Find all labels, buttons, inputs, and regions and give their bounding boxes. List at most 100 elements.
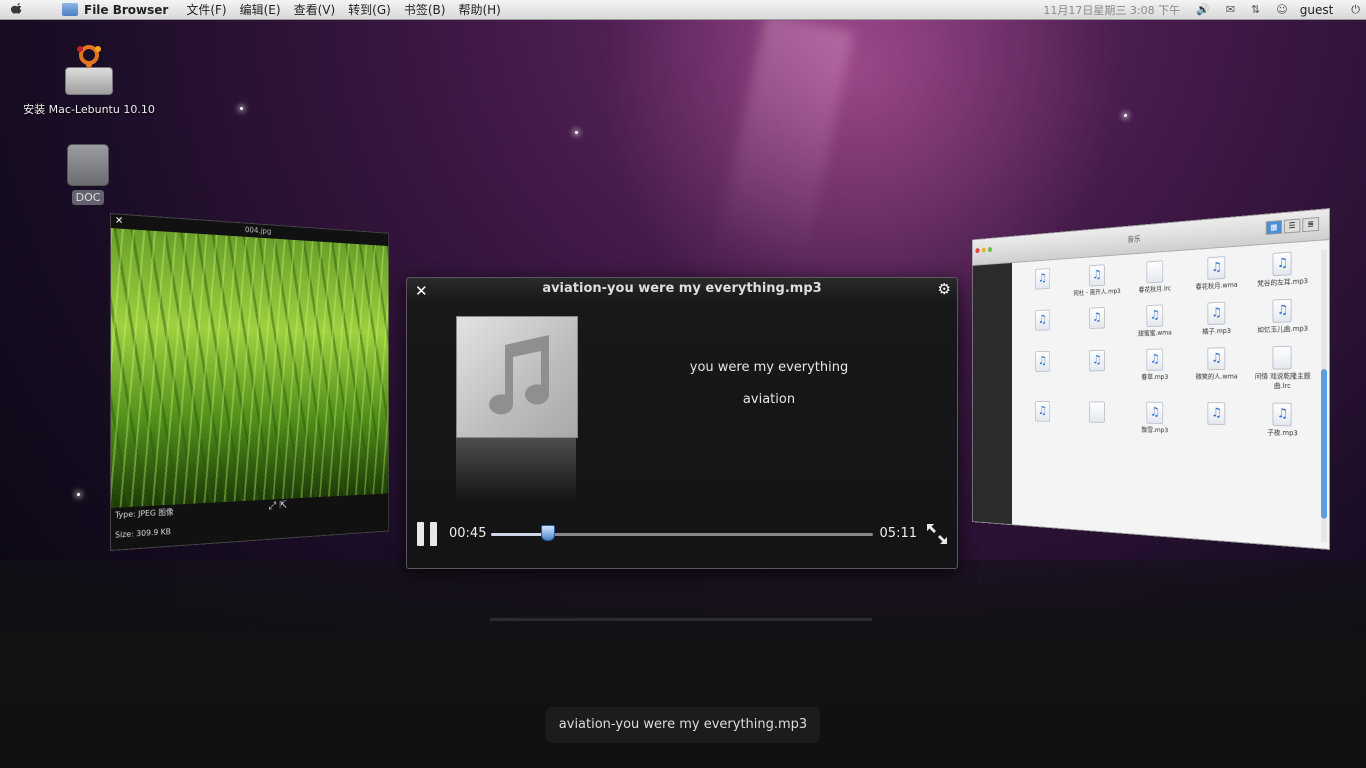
file-item[interactable]: ♫ [1069,401,1125,434]
scrollbar-thumb[interactable] [1321,369,1327,519]
audio-file-icon: ♫ [1146,348,1164,371]
hard-disk-icon [65,67,113,95]
compact-view-button[interactable]: ≣ [1302,216,1320,233]
app-name[interactable]: File Browser [84,3,168,17]
file-browser-window: 音乐 ▦ ☰ ≣ ♫♫阿杜 - 离开人.mp3♫春花秋月.lrc♫春花秋月.wm… [898,208,1334,570]
seek-bar[interactable] [491,525,873,541]
window-tooltip: aviation-you were my everything.mp3 [546,707,820,743]
menu-edit[interactable]: 编辑(E) [240,1,281,18]
power-icon[interactable]: ⏻ [1351,3,1360,17]
text-file-icon: ♫ [1088,401,1105,423]
menu-view[interactable]: 查看(V) [294,1,336,18]
playback-controls: 00:45 05:11 [407,518,957,550]
menu-file[interactable]: 文件(F) [186,1,226,18]
file-item[interactable]: ♫ [1069,349,1125,390]
file-name: 阿杜 - 离开人.mp3 [1073,287,1121,298]
wallpaper-aurora-streak [716,13,854,267]
current-time: 00:45 [449,526,487,541]
open-external-icon[interactable]: ⇱ [279,499,287,511]
drive-icon [67,144,109,186]
audio-file-icon: ♫ [1207,347,1226,371]
clock[interactable]: 11月17日星期三 3:08 下午 [1043,2,1180,18]
audio-file-icon: ♫ [1272,298,1292,323]
scrollbar[interactable] [1321,249,1327,543]
wallpaper-star [575,131,578,134]
pause-button[interactable] [417,522,439,546]
menu-bookmarks[interactable]: 书签(B) [404,1,446,18]
file-item[interactable]: ♫ [1016,400,1069,433]
album-art-reflection [456,438,576,500]
file-item[interactable]: ♫ [1016,350,1069,391]
expand-icon[interactable]: ⤢ [269,499,277,512]
audio-file-icon: ♫ [1088,349,1105,372]
file-item[interactable]: ♫ 微笑的人.wma [1185,347,1249,391]
file-name: 如忆玉儿曲.mp3 [1257,324,1309,335]
close-icon[interactable]: ✕ [115,214,123,229]
file-item[interactable]: ♫ 橘子.mp3 [1185,301,1249,337]
audio-file-icon: ♫ [1034,400,1050,422]
file-item[interactable]: ♫ 春草.mp3 [1125,348,1185,391]
gear-icon[interactable]: ⚙ [938,280,951,298]
file-item[interactable]: ♫ 子夜.mp3 [1249,402,1317,438]
menu-go[interactable]: 转到(G) [348,1,391,18]
network-icon[interactable]: ⇅ [1251,3,1260,16]
fullscreen-icon[interactable] [925,522,949,546]
file-name [1016,331,1069,333]
volume-icon[interactable]: 🔊 [1196,3,1210,16]
desktop-icon-doc[interactable]: DOC [60,144,116,205]
seek-knob[interactable] [541,525,556,541]
audio-file-icon: ♫ [1272,251,1292,277]
image-info: Type: JPEG 图像 Size: 309.9 KB [115,503,173,546]
file-name [1185,426,1249,427]
file-item[interactable]: ♫春花秋月.lrc [1125,259,1185,295]
file-item[interactable]: ♫ 如忆玉儿曲.mp3 [1249,298,1317,336]
file-name [1069,424,1125,425]
file-name: 梵谷的左耳.mp3 [1257,277,1309,288]
file-name: 飘雪.mp3 [1141,426,1169,435]
file-item[interactable]: ♫ [1069,306,1125,340]
file-item[interactable]: ♫ 飘雪.mp3 [1125,401,1185,436]
audio-file-icon: ♫ [1034,309,1050,331]
user-name[interactable]: guest [1300,3,1334,17]
album-art [456,316,578,438]
text-file-icon: ♫ [1272,345,1292,370]
music-note-icon [489,335,549,415]
user-icon[interactable]: ☺ [1276,3,1287,16]
file-item[interactable]: ♫ 问情 戏说乾隆主题曲.lrc [1249,345,1317,391]
file-name [1069,330,1125,332]
file-name: 春花秋月.lrc [1138,284,1172,294]
menu-help[interactable]: 帮助(H) [458,1,500,18]
mail-icon[interactable]: ✉ [1226,3,1235,16]
audio-file-icon: ♫ [1088,307,1105,329]
file-name: 橘子.mp3 [1202,327,1231,336]
player-title: aviation-you were my everything.mp3 [542,281,822,296]
wallpaper-star [77,493,80,496]
audio-file-icon: ♫ [1207,256,1226,280]
file-item[interactable]: ♫ 甜蜜蜜.wma [1125,303,1185,338]
file-item[interactable]: ♫ 梵谷的左耳.mp3 [1249,250,1317,289]
file-name: 问情 戏说乾隆主题曲.lrc [1254,372,1311,390]
file-name: 春草.mp3 [1141,373,1169,381]
desktop-icon-install[interactable]: 安装 Mac-Lebuntu 10.10 [20,44,158,117]
icon-view-button[interactable]: ▦ [1265,220,1282,235]
file-item[interactable]: ♫ [1016,309,1069,342]
audio-file-icon: ♫ [1272,402,1292,427]
file-item[interactable]: ♫ [1185,402,1249,437]
file-item[interactable]: ♫ [1016,267,1069,301]
apple-icon[interactable] [10,2,24,17]
song-title: you were my everything [689,360,849,375]
file-item[interactable]: ♫ 阿杜 - 离开人.mp3 [1069,263,1125,298]
image-size: Size: 309.9 KB [114,527,171,540]
wallpaper-star [1124,114,1127,117]
file-item[interactable]: ♫ 春花秋月.wma [1185,255,1249,293]
file-grid: ♫♫阿杜 - 离开人.mp3♫春花秋月.lrc♫春花秋月.wma♫梵谷的左耳.m… [1016,250,1317,439]
grass-image [110,228,389,508]
top-menu-bar: File Browser 文件(F) 编辑(E) 查看(V) 转到(G) 书签(… [0,0,1366,20]
total-time: 05:11 [879,526,917,541]
desktop-icon-label: 安装 Mac-Lebuntu 10.10 [23,103,155,116]
music-player-window: ✕ aviation-you were my everything.mp3 ⚙ … [406,277,958,569]
wallpaper-star [240,107,243,110]
audio-file-icon: ♫ [1088,264,1105,287]
desktop-icon-label: DOC [71,190,105,205]
list-view-button[interactable]: ☰ [1283,218,1301,234]
